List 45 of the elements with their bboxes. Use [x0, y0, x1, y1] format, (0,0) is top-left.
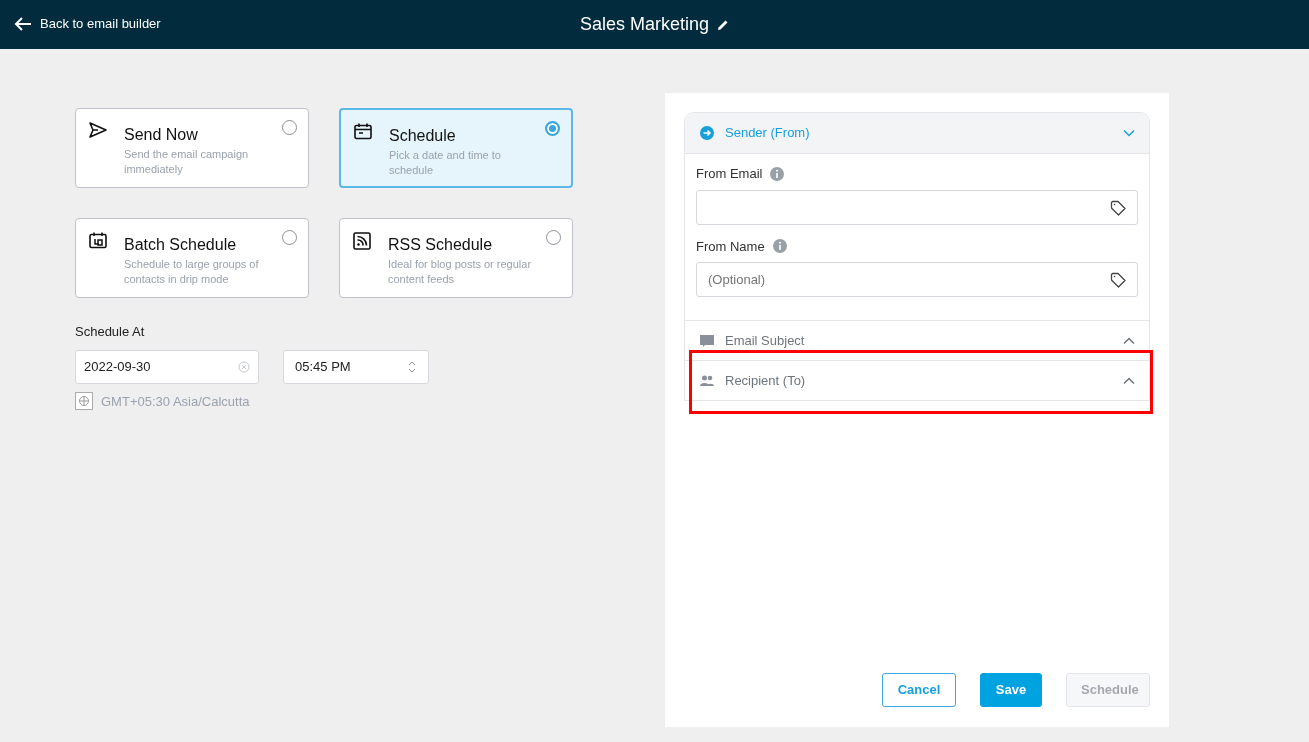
clear-icon[interactable] — [238, 360, 250, 373]
option-description: Ideal for blog posts or regular content feeds — [388, 257, 533, 287]
rss-icon — [352, 231, 372, 251]
option-title: Batch Schedule — [124, 235, 238, 255]
edit-icon[interactable] — [717, 18, 730, 31]
info-icon[interactable] — [770, 166, 785, 181]
globe-icon — [75, 392, 93, 411]
comment-icon — [699, 332, 715, 349]
tag-icon[interactable] — [1110, 272, 1126, 288]
schedule-at-label: Schedule At — [75, 323, 146, 341]
tag-icon[interactable] — [1110, 199, 1126, 216]
calendar-icon — [353, 122, 373, 142]
option-description: Schedule to large groups of contacts in drip mode — [124, 257, 260, 287]
schedule-option-card[interactable]: Batch Schedule Schedule to large groups of contacts in drip mode — [75, 218, 309, 298]
chevron-icon — [1123, 376, 1135, 385]
schedule-option-card[interactable]: Send Now Send the email campaign immediately — [75, 108, 309, 188]
radio-button[interactable] — [282, 120, 297, 135]
option-description: Pick a date and time to schedule — [389, 148, 502, 178]
section-header[interactable]: Email Subject — [685, 320, 1149, 360]
batch-icon — [88, 231, 108, 251]
page-title: Sales Marketing — [579, 13, 710, 36]
chevron-icon — [1123, 129, 1135, 137]
radio-button[interactable] — [546, 230, 561, 245]
option-description: Send the email campaign immediately — [124, 147, 250, 177]
schedule-option-card[interactable]: Schedule Pick a date and time to schedule — [339, 108, 573, 188]
back-arrow-icon — [14, 16, 32, 31]
text-field[interactable]: (Optional) — [696, 262, 1138, 297]
chevron-icon — [1123, 336, 1135, 345]
field-label: From Email — [696, 165, 763, 183]
option-title: Send Now — [124, 125, 199, 145]
info-icon[interactable] — [772, 239, 787, 254]
date-field[interactable]: 2022-09-30 — [75, 349, 259, 384]
radio-button[interactable] — [545, 121, 560, 136]
time-field[interactable]: 05:45 PM — [283, 349, 429, 384]
timezone-text: GMT+05:30 Asia/Calcutta — [101, 392, 250, 411]
text-field[interactable] — [696, 189, 1138, 225]
stepper-icon[interactable] — [407, 359, 417, 374]
send-icon — [88, 121, 108, 141]
back-link[interactable]: Back to email builder — [14, 14, 161, 34]
radio-button[interactable] — [282, 230, 297, 245]
option-title: RSS Schedule — [388, 235, 494, 255]
field-label: From Name — [696, 237, 765, 256]
option-title: Schedule — [389, 126, 457, 146]
schedule-option-card[interactable]: RSS Schedule Ideal for blog posts or regular content feeds — [339, 218, 573, 298]
section-header[interactable]: Recipient (To) — [685, 360, 1149, 400]
